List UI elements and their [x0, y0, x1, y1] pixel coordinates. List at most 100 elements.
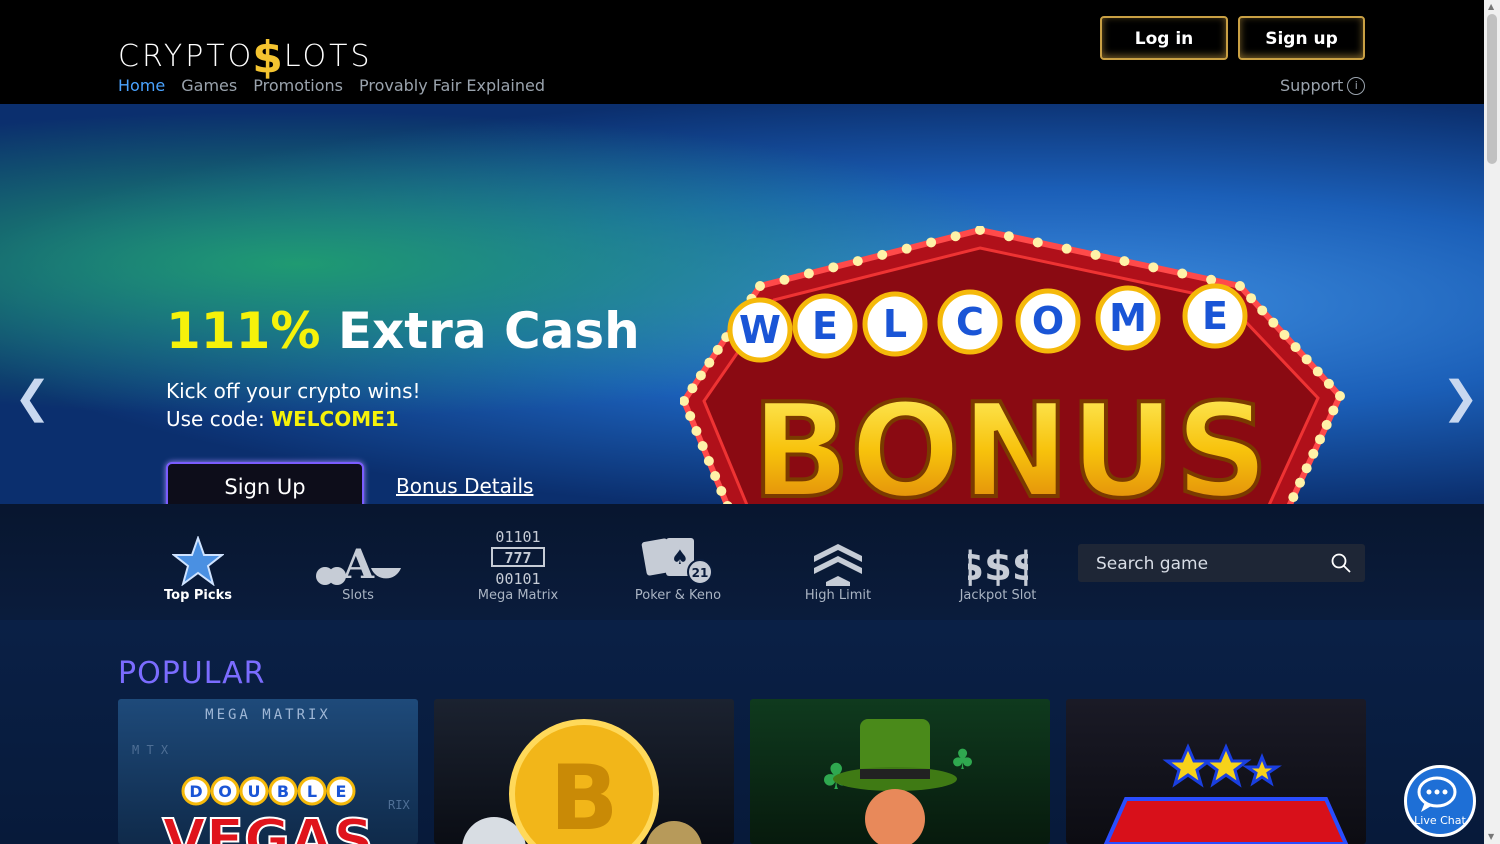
leprechaun-art: ♣ ♣: [820, 719, 975, 844]
marquee-bulb: [1235, 281, 1245, 291]
double-letter: D: [189, 782, 202, 801]
poker-icon: ♠ 21: [618, 524, 738, 586]
support-link[interactable]: Support i: [1280, 76, 1366, 95]
double-vegas-art: MEGA MATRIX M T X RIX DOUBLE VEGAS: [132, 707, 410, 844]
signup-button[interactable]: Sign up: [1238, 16, 1365, 60]
marquee-bulb: [1335, 391, 1345, 401]
marquee-bulb: [1257, 305, 1268, 316]
category-top-picks[interactable]: Top Picks: [138, 524, 258, 603]
game-tile-double-vegas[interactable]: MEGA MATRIX M T X RIX DOUBLE VEGAS: [118, 699, 418, 844]
nav-provably-fair[interactable]: Provably Fair Explained: [359, 76, 545, 95]
marquee-bulb: [1177, 268, 1188, 279]
welcome-letter: C: [956, 300, 984, 344]
category-mega-matrix[interactable]: 01101 777 00101 Mega Matrix: [458, 524, 578, 603]
marquee-bulb: [1301, 354, 1312, 365]
bitcoin-coin-art: B: [462, 719, 702, 844]
category-poker-keno[interactable]: ♠ 21 Poker & Keno: [618, 524, 738, 603]
live-chat-label: Live Chat: [1414, 814, 1466, 827]
nav-promotions[interactable]: Promotions: [253, 76, 343, 95]
marquee-bulb: [1061, 243, 1072, 254]
category-label: Jackpot Slot: [959, 588, 1037, 603]
welcome-letter: E: [1202, 294, 1228, 338]
double-letter: U: [248, 782, 261, 801]
marquee-bulb: [1312, 366, 1323, 377]
logo-text: CRYPTO$LOTS: [118, 26, 373, 83]
category-high-limit[interactable]: High Limit: [778, 524, 898, 603]
nav-home[interactable]: Home: [118, 76, 165, 95]
page-scrollbar[interactable]: ▲ ▼: [1484, 0, 1500, 844]
welcome-letter: W: [739, 308, 781, 352]
marquee-bulb: [1090, 249, 1101, 260]
category-label: Poker & Keno: [634, 588, 722, 603]
marquee-bulb: [1288, 492, 1299, 503]
category-label: Mega Matrix: [477, 588, 559, 603]
scroll-down-icon[interactable]: ▼: [1488, 832, 1494, 841]
marquee-bulb: [1279, 329, 1290, 340]
svg-text:RIX: RIX: [388, 798, 410, 812]
hero-subtitle: Kick off your crypto wins! Use code: WEL…: [166, 377, 421, 433]
marquee-bulb: [1301, 463, 1312, 474]
category-slots[interactable]: A Slots: [298, 524, 418, 603]
game-tile-leprechaun[interactable]: ♣ ♣: [750, 699, 1050, 844]
marquee-bulb: [803, 268, 814, 279]
bonus-text: BONUS: [751, 375, 1269, 504]
site-header: CRYPTO$LOTS Log in Sign up Home Games Pr…: [0, 0, 1484, 104]
promo-code: WELCOME1: [271, 407, 399, 431]
carousel-next-icon[interactable]: ❯: [1442, 372, 1479, 423]
marquee-bulb: [1315, 434, 1325, 445]
marquee-bulb: [877, 249, 888, 260]
svg-text:21: 21: [692, 566, 709, 580]
welcome-letter: M: [1109, 296, 1147, 340]
category-label: High Limit: [804, 588, 872, 603]
hero-banner: WELCOME BONUS 111% Extra Cash Kick off y…: [0, 104, 1484, 504]
welcome-letter: E: [812, 304, 838, 348]
marquee-bulb: [1328, 405, 1339, 416]
logo-suffix: LOTS: [283, 39, 373, 74]
marquee-bulb: [1246, 293, 1257, 304]
welcome-letter: O: [1032, 299, 1064, 343]
marquee-bulb: [926, 237, 937, 248]
matrix-top-text: 01101: [495, 528, 540, 546]
bonus-details-link[interactable]: Bonus Details: [396, 474, 533, 498]
double-letter: O: [218, 782, 232, 801]
category-jackpot-slot[interactable]: $$$ Jackpot Slot: [938, 524, 1058, 603]
live-chat-button[interactable]: Live Chat: [1404, 765, 1476, 837]
marquee-bulb: [1323, 378, 1334, 389]
marquee-bulb: [1321, 419, 1332, 430]
matrix-bottom-text: 00101: [495, 570, 540, 586]
marquee-bulb: [1148, 262, 1159, 273]
carousel-prev-icon[interactable]: ❮: [14, 372, 51, 423]
category-label: Top Picks: [164, 588, 232, 603]
marquee-bulb: [716, 486, 727, 496]
marquee-bulb: [704, 357, 715, 368]
nav-games[interactable]: Games: [181, 76, 237, 95]
game-tile-bitcoin[interactable]: B: [434, 699, 734, 844]
hero-signup-button[interactable]: Sign Up: [166, 462, 364, 504]
marquee-bulb: [710, 471, 721, 481]
marquee-bulb: [755, 281, 765, 291]
login-button[interactable]: Log in: [1100, 16, 1228, 60]
svg-text:♠: ♠: [671, 545, 689, 569]
marquee-bulb: [687, 383, 698, 394]
marquee-bulb: [852, 256, 863, 267]
code-prefix: Use code:: [166, 407, 272, 431]
marquee-bulb: [685, 411, 696, 421]
hero-title-rest: Extra Cash: [320, 302, 640, 360]
scroll-up-icon[interactable]: ▲: [1488, 2, 1494, 11]
jackpot-icon: $$$: [938, 524, 1058, 586]
marquee-bulb: [691, 426, 702, 436]
search-icon[interactable]: [1331, 553, 1351, 573]
cryptoslots-logo[interactable]: CRYPTO$LOTS: [118, 10, 418, 83]
scroll-thumb[interactable]: [1487, 14, 1497, 164]
main-nav: Home Games Promotions Provably Fair Expl…: [118, 76, 545, 95]
info-icon: i: [1347, 76, 1366, 95]
svg-text:B: B: [550, 746, 619, 844]
welcome-bonus-sign: WELCOME BONUS: [680, 226, 1345, 504]
svg-text:777: 777: [504, 549, 531, 567]
search-input[interactable]: [1094, 544, 1318, 584]
game-tile-hot[interactable]: [1066, 699, 1366, 844]
marquee-bulb: [1290, 342, 1301, 353]
marquee-bulb: [1206, 274, 1217, 285]
jackpot-icon-text: $$$: [968, 544, 1028, 586]
hero-title: 111% Extra Cash: [166, 302, 640, 360]
